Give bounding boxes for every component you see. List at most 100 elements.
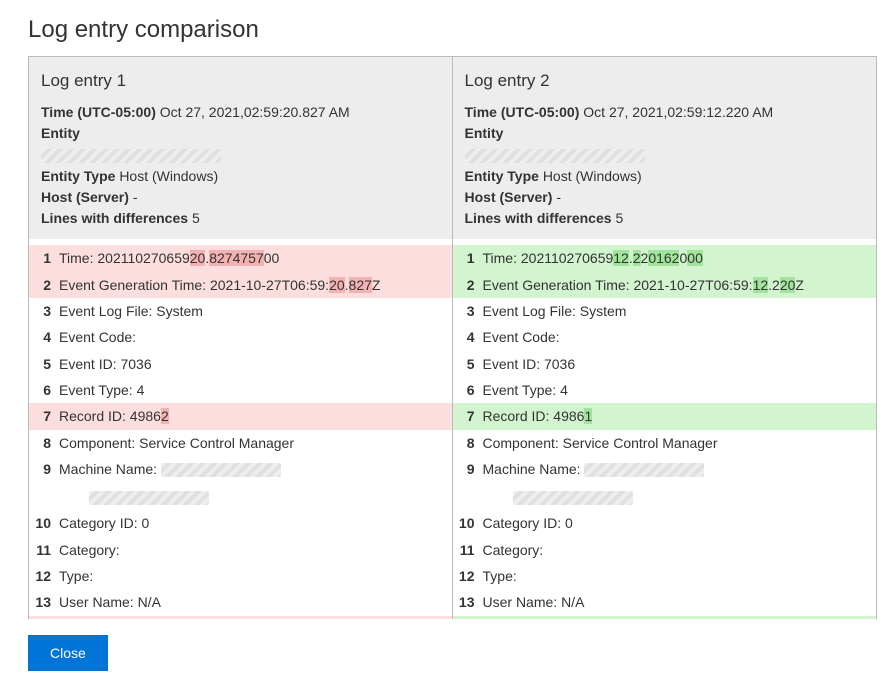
line-number: 10	[33, 513, 59, 533]
log-line	[453, 482, 877, 510]
right-lines: 1Time: 20211027065912.2201620002Event Ge…	[453, 239, 877, 619]
line-number: 7	[33, 406, 59, 426]
log-line: 4Event Code:	[29, 324, 452, 350]
left-entity-label: Entity	[41, 125, 80, 141]
line-number: 3	[33, 301, 59, 321]
log-line: 3Event Log File: System	[29, 298, 452, 324]
content-wrapper: Log entry 1 Time (UTC-05:00) Oct 27, 202…	[0, 56, 889, 619]
line-text: Type:	[59, 566, 444, 586]
right-entity-type-value: Host (Windows)	[543, 168, 642, 184]
diff-highlight: 20	[190, 250, 206, 266]
right-diff-count: 5	[615, 210, 623, 226]
line-number: 5	[457, 354, 483, 374]
line-text: Event Log File: System	[59, 301, 444, 321]
log-line: 14Data: param1:Software Protection; para…	[29, 616, 452, 619]
line-text: Event Type: 4	[59, 380, 444, 400]
line-text: Record ID: 49861	[483, 406, 869, 426]
line-number: 12	[33, 566, 59, 586]
log-line: 6Event Type: 4	[453, 377, 877, 403]
line-number: 2	[457, 275, 483, 295]
log-line: 8Component: Service Control Manager	[29, 430, 452, 456]
line-number: 4	[33, 327, 59, 347]
right-host-label: Host (Server)	[465, 189, 553, 205]
diff-highlight: 20	[329, 277, 345, 293]
log-line: 12Type:	[29, 563, 452, 589]
diff-highlight: 00	[687, 250, 703, 266]
diff-highlight: 8274757	[209, 250, 264, 266]
line-number: 6	[457, 380, 483, 400]
left-entity-type-value: Host (Windows)	[119, 168, 218, 184]
left-diff-count: 5	[192, 210, 200, 226]
line-number: 9	[457, 459, 483, 479]
line-text: Machine Name:	[483, 459, 869, 479]
log-line: 3Event Log File: System	[453, 298, 877, 324]
diff-highlight: 20	[780, 277, 796, 293]
log-line: 5Event ID: 7036	[453, 351, 877, 377]
dialog-title: Log entry comparison	[0, 0, 889, 56]
line-number: 6	[33, 380, 59, 400]
line-text: User Name: N/A	[59, 592, 444, 612]
left-diff-label: Lines with differences	[41, 210, 188, 226]
log-line: 11Category:	[453, 537, 877, 563]
line-text: Category ID: 0	[483, 513, 869, 533]
line-text: Category:	[483, 540, 869, 560]
left-time-label: Time (UTC-05:00)	[41, 104, 156, 120]
line-number: 10	[457, 513, 483, 533]
line-text: Event Type: 4	[483, 380, 869, 400]
line-text: User Name: N/A	[483, 592, 869, 612]
right-time-value: Oct 27, 2021,02:59:12.220 AM	[583, 104, 773, 120]
log-entry-right-column: Log entry 2 Time (UTC-05:00) Oct 27, 202…	[453, 57, 877, 619]
line-number: 8	[33, 433, 59, 453]
close-button[interactable]: Close	[28, 635, 108, 671]
line-number: 13	[457, 592, 483, 612]
line-text: Machine Name:	[59, 459, 444, 479]
line-number: 2	[33, 275, 59, 295]
log-line: 9Machine Name:	[453, 456, 877, 482]
log-line: 13User Name: N/A	[453, 589, 877, 615]
line-text: Event ID: 7036	[59, 354, 444, 374]
log-line: 9Machine Name:	[29, 456, 452, 482]
right-diff-label: Lines with differences	[465, 210, 612, 226]
right-entity-label: Entity	[465, 125, 504, 141]
log-line: 2Event Generation Time: 2021-10-27T06:59…	[453, 272, 877, 298]
log-line: 8Component: Service Control Manager	[453, 430, 877, 456]
line-number: 12	[457, 566, 483, 586]
line-text	[59, 485, 444, 507]
line-text: Event ID: 7036	[483, 354, 869, 374]
log-line: 6Event Type: 4	[29, 377, 452, 403]
line-text: Event Code:	[59, 327, 444, 347]
redacted-value	[465, 149, 645, 163]
diff-highlight: 2	[633, 250, 641, 266]
line-number: 11	[457, 540, 483, 560]
line-number: 9	[33, 459, 59, 479]
left-title: Log entry 1	[41, 69, 440, 94]
diff-highlight: 12	[613, 250, 629, 266]
log-line: 1Time: 20211027065912.220162000	[453, 245, 877, 271]
log-comparison-dialog: Log entry comparison Log entry 1 Time (U…	[0, 0, 889, 693]
log-line: 14Data: param1:Windows Update; param2:ru…	[453, 616, 877, 619]
line-text: Event Generation Time: 2021-10-27T06:59:…	[59, 275, 444, 295]
log-line: 2Event Generation Time: 2021-10-27T06:59…	[29, 272, 452, 298]
line-number: 5	[33, 354, 59, 374]
log-line: 7Record ID: 49862	[29, 403, 452, 429]
redacted-value	[41, 149, 221, 163]
line-number: 3	[457, 301, 483, 321]
line-text: Component: Service Control Manager	[483, 433, 869, 453]
left-host-label: Host (Server)	[41, 189, 129, 205]
line-number: 8	[457, 433, 483, 453]
left-host-value: -	[133, 189, 138, 205]
line-text: Category ID: 0	[59, 513, 444, 533]
line-text	[483, 485, 869, 507]
right-title: Log entry 2	[465, 69, 865, 94]
diff-highlight: 0162	[648, 250, 679, 266]
log-line: 4Event Code:	[453, 324, 877, 350]
log-line: 12Type:	[453, 563, 877, 589]
log-line: 10Category ID: 0	[453, 510, 877, 536]
line-text: Time: 20211027065912.220162000	[483, 248, 869, 268]
right-host-value: -	[556, 189, 561, 205]
log-line: 10Category ID: 0	[29, 510, 452, 536]
line-number: 11	[33, 540, 59, 560]
scroll-area[interactable]: Log entry 1 Time (UTC-05:00) Oct 27, 202…	[0, 56, 889, 619]
redacted-value	[89, 491, 209, 505]
log-line: 1Time: 20211027065920.827475700	[29, 245, 452, 271]
